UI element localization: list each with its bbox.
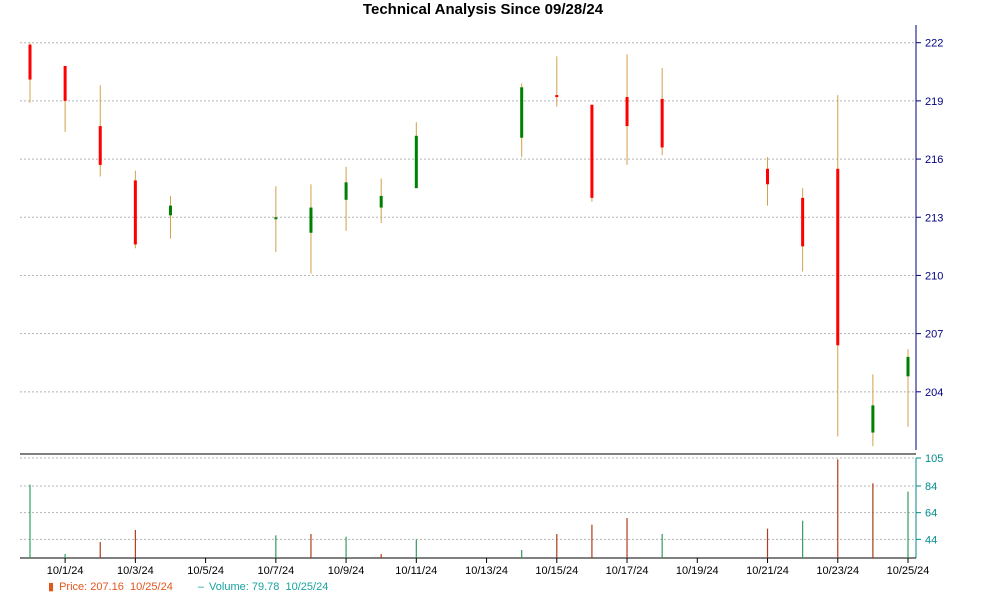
- candle: [590, 104, 594, 202]
- candle-body: [555, 95, 559, 98]
- candle-body: [274, 217, 278, 220]
- price-tick-label: 204: [925, 387, 943, 399]
- date-tick-label: 10/5/24: [187, 565, 224, 577]
- date-tick-label: 10/3/24: [117, 565, 154, 577]
- date-tick-label: 10/1/24: [47, 565, 84, 577]
- candle: [133, 170, 137, 249]
- legend-price: ▮ Price: 207.16 10/25/24: [48, 580, 173, 593]
- candle-body: [379, 195, 383, 208]
- candle-body: [344, 182, 348, 200]
- candle-body: [98, 126, 102, 165]
- chart-canvas: 204207210213216219222 446484105 10/1/24 1…: [20, 25, 943, 577]
- candle-body: [520, 87, 524, 138]
- candle: [871, 374, 875, 447]
- candle-body: [766, 168, 770, 185]
- price-tick-label: 207: [925, 329, 943, 341]
- candle-body: [590, 104, 594, 198]
- chart-frame: [20, 25, 917, 559]
- candle: [555, 56, 559, 107]
- candle: [660, 67, 664, 156]
- date-tick-label: 10/19/24: [676, 565, 719, 577]
- volume-axis: 44 64 84 105: [916, 453, 943, 546]
- candlesticks: [28, 42, 910, 447]
- volume-tick-label: 105: [925, 453, 943, 465]
- legend-price-label: Price: 207.16: [59, 581, 124, 593]
- legend-volume-label: Volume: 79.78: [209, 581, 280, 593]
- legend-price-date: 10/25/24: [130, 581, 173, 593]
- candle: [28, 42, 32, 103]
- candle: [98, 85, 102, 177]
- candle-body: [309, 207, 313, 233]
- price-tick-label: 210: [925, 270, 943, 282]
- candle-body: [660, 98, 664, 148]
- volume-tick-label: 84: [925, 481, 937, 493]
- candle: [274, 186, 278, 253]
- date-tick-label: 10/23/24: [816, 565, 859, 577]
- volume-grid: [20, 457, 916, 540]
- candle: [309, 184, 313, 274]
- candle: [414, 122, 418, 189]
- candle: [766, 157, 770, 206]
- date-tick-label: 10/25/24: [887, 565, 930, 577]
- volume-bars: [29, 459, 909, 558]
- candle-body: [414, 135, 418, 189]
- price-tick-label: 213: [925, 212, 943, 224]
- candle-body: [906, 356, 910, 377]
- candle-body: [28, 44, 32, 80]
- candle: [520, 83, 524, 158]
- volume-tick-label: 44: [925, 534, 937, 546]
- price-axis: 204 207 210 213 216 219 222: [916, 38, 943, 399]
- price-tick-label: 216: [925, 154, 943, 166]
- line-legend-icon: –: [197, 581, 205, 593]
- legend-volume: – Volume: 79.78 10/25/24: [198, 581, 328, 593]
- date-tick-label: 10/17/24: [606, 565, 649, 577]
- legend: ▮ Price: 207.16 10/25/24 – Volume: 79.78 1…: [48, 580, 350, 593]
- date-tick-label: 10/11/24: [395, 565, 437, 577]
- candle-body: [625, 97, 629, 127]
- price-tick-label: 219: [925, 96, 943, 108]
- candle: [63, 65, 67, 132]
- candle: [801, 188, 805, 272]
- candle-body: [836, 168, 840, 346]
- candle-body: [801, 197, 805, 247]
- candle-body: [63, 65, 67, 101]
- date-tick-label: 10/21/24: [746, 565, 789, 577]
- candle: [906, 349, 910, 427]
- date-tick-label: 10/15/24: [535, 565, 578, 577]
- candle: [625, 54, 629, 165]
- price-grid: [20, 42, 916, 393]
- legend-volume-date: 10/25/24: [285, 581, 329, 593]
- candle-legend-icon: ▮: [48, 581, 55, 593]
- date-tick-label: 10/7/24: [257, 565, 294, 577]
- candle: [344, 166, 348, 231]
- candle: [379, 178, 383, 224]
- date-tick-label: 10/13/24: [465, 565, 508, 577]
- candle-body: [871, 405, 875, 433]
- volume-tick-label: 64: [925, 508, 937, 520]
- candle-body: [133, 180, 137, 245]
- candle-body: [168, 205, 172, 216]
- price-tick-label: 222: [925, 38, 943, 50]
- date-tick-label: 10/9/24: [328, 565, 365, 577]
- candle: [836, 95, 840, 437]
- date-axis: 10/1/24 10/3/24 10/5/24 10/7/24 10/9/24 10/11…: [47, 558, 930, 577]
